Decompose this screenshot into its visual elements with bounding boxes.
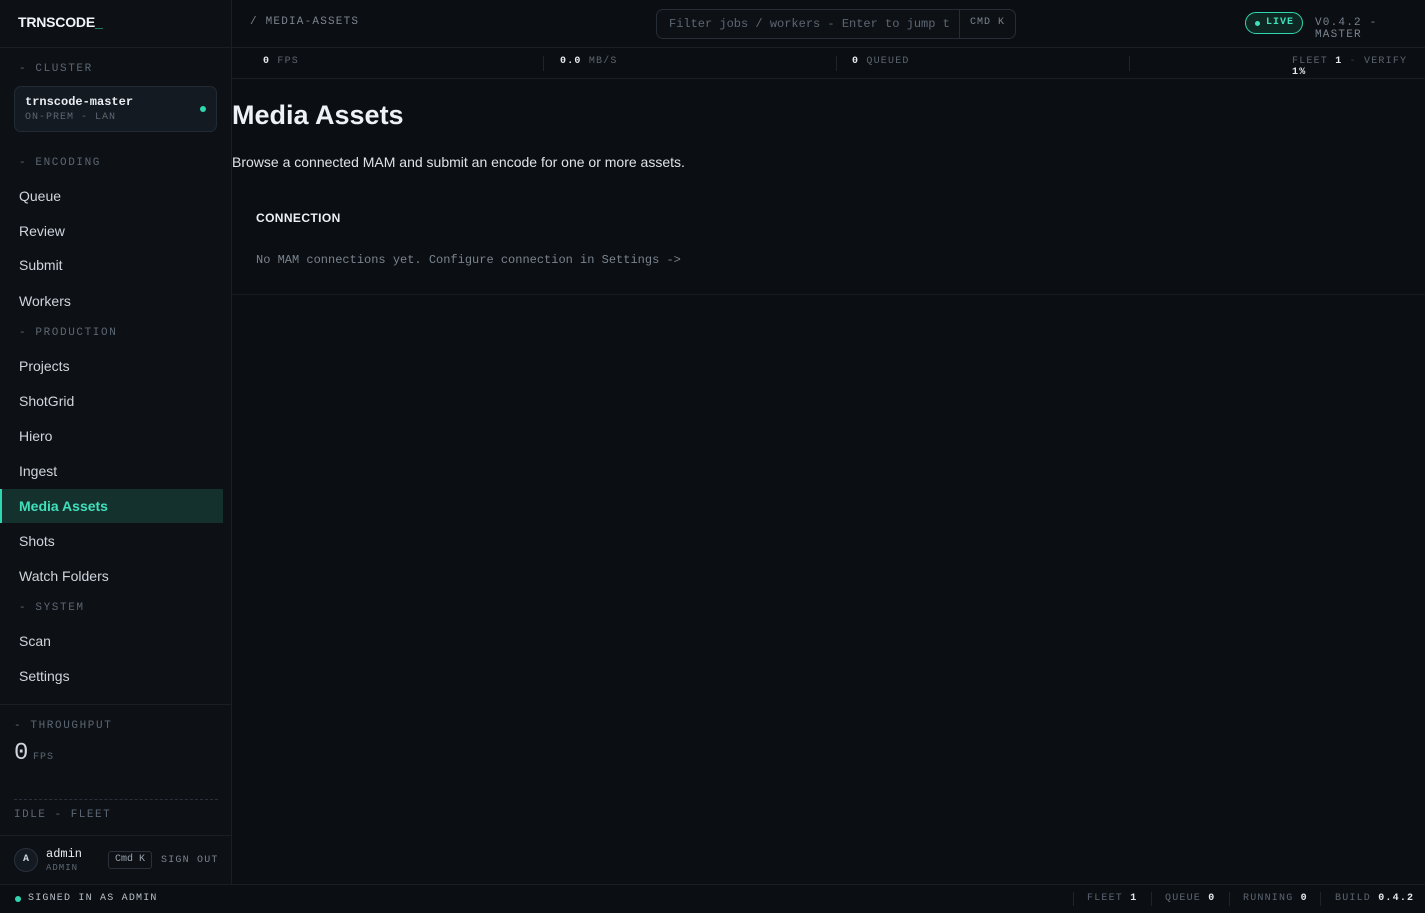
brand-name: TRNSCODE [18,14,95,30]
stat-divider [836,56,837,71]
signed-in-status: SIGNED IN AS ADMIN [28,893,158,904]
sign-out-button[interactable]: SIGN OUT [161,855,219,866]
brand-logo[interactable]: TRNSCODE_ [18,14,103,30]
throughput-label: - THROUGHPUT [14,720,113,732]
cluster-name: trnscode-master [25,95,134,109]
sidebar-item-media-assets[interactable]: Media Assets [0,489,223,523]
search-input[interactable] [657,10,959,38]
cluster-selector[interactable]: trnscode-master ON-PREM - LAN [14,86,217,132]
connection-heading: CONNECTION [256,211,341,225]
footer-divider [1320,892,1321,906]
cluster-section-label: - CLUSTER [19,63,93,75]
sidebar: TRNSCODE_ - CLUSTER trnscode-master ON-P… [0,0,232,884]
sidebar-item-ingest[interactable]: Ingest [0,454,223,488]
page-title: Media Assets [232,100,404,130]
connection-empty-link[interactable]: No MAM connections yet. Configure connec… [256,253,681,267]
system-section-label: - SYSTEM [19,602,85,614]
search-box: CMD K [656,9,1016,39]
sidebar-item-queue[interactable]: Queue [0,179,223,213]
throughput-value: 0 [14,740,29,767]
sidebar-item-review[interactable]: Review [0,214,223,248]
live-label: LIVE [1266,17,1295,28]
cluster-status-dot [200,106,206,112]
sidebar-item-watch-folders[interactable]: Watch Folders [0,559,223,593]
status-footer: SIGNED IN AS ADMIN FLEET 1 QUEUE 0 RUNNI… [0,884,1425,913]
signed-in-dot-icon [15,896,21,902]
stat-divider [1129,56,1130,71]
live-dot-icon [1255,21,1260,26]
stats-bar: 0 FPS 0.0 MB/S 0 QUEUED FLEET 1 - VERIFY… [232,48,1425,79]
production-section-label: - PRODUCTION [19,327,118,339]
stat-fleet-verify: FLEET 1 - VERIFY 1% [1292,56,1408,78]
sidebar-item-projects[interactable]: Projects [0,349,223,383]
sidebar-divider [0,704,232,705]
stat-divider [543,56,544,71]
sidebar-divider [0,835,232,836]
search-shortcut-hint: CMD K [959,10,1015,38]
footer-build: BUILD 0.4.2 [1335,893,1415,904]
throughput-unit: FPS [33,752,55,763]
stat-fps: 0 FPS [263,56,300,67]
version-label: V0.4.2 - MASTER [1315,17,1378,41]
footer-queue: QUEUE 0 [1165,893,1216,904]
brand-cursor: _ [94,14,103,30]
page-subtitle: Browse a connected MAM and submit an enc… [232,154,685,170]
sidebar-item-settings[interactable]: Settings [0,659,223,693]
user-role: ADMIN [46,863,79,873]
avatar[interactable]: A [14,848,38,872]
breadcrumb: / MEDIA-ASSETS [250,16,360,28]
encoding-section-label: - ENCODING [19,157,102,169]
footer-running: RUNNING 0 [1243,893,1308,904]
footer-fleet: FLEET 1 [1087,893,1138,904]
sidebar-item-workers[interactable]: Workers [0,284,223,318]
sidebar-item-scan[interactable]: Scan [0,624,223,658]
command-palette-shortcut[interactable]: Cmd K [108,851,153,869]
fleet-status: IDLE - FLEET [14,809,112,821]
sidebar-item-submit[interactable]: Submit [0,248,223,282]
footer-divider [1151,892,1152,906]
user-name: admin [46,847,83,861]
cluster-location: ON-PREM - LAN [25,112,117,123]
sidebar-item-shots[interactable]: Shots [0,524,223,558]
sidebar-item-hiero[interactable]: Hiero [0,419,223,453]
stat-throughput: 0.0 MB/S [560,56,618,67]
sidebar-item-shotgrid[interactable]: ShotGrid [0,384,223,418]
stat-queued: 0 QUEUED [852,56,910,67]
footer-divider [1229,892,1230,906]
live-status-badge: LIVE [1245,12,1303,34]
connection-divider [232,294,1425,295]
footer-divider [1073,892,1074,906]
brand-divider [0,47,232,48]
throughput-sparkline [14,799,218,800]
